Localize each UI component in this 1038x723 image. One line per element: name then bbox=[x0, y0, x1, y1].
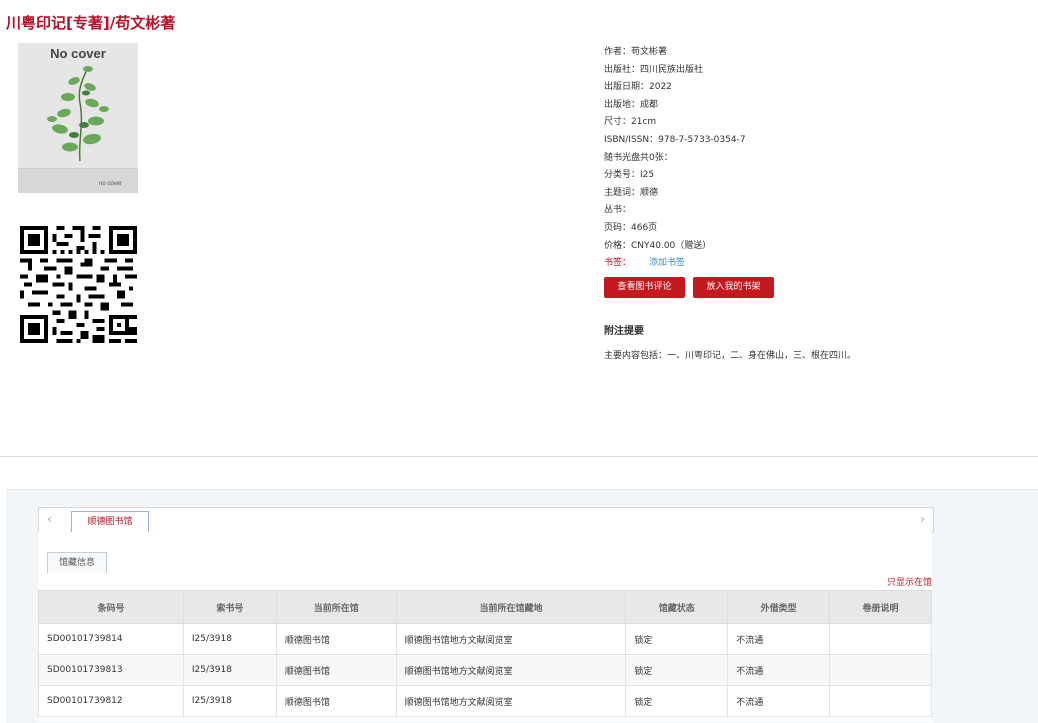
cell-barcode: SD00101739812 bbox=[38, 685, 184, 717]
publisher-line: 出版社：四川民族出版社 bbox=[604, 64, 704, 75]
pub-place-line: 出版地：成都 bbox=[604, 99, 659, 110]
cover-plant-illustration bbox=[47, 66, 109, 162]
cell-loan-type: 不流通 bbox=[727, 654, 831, 686]
section-divider bbox=[0, 456, 1038, 457]
cell-location: 顺德图书馆地方文献阅览室 bbox=[395, 623, 627, 655]
holdings-table: 条码号 索书号 当前所在馆 当前所在馆藏地 馆藏状态 外借类型 卷册说明 SD0… bbox=[38, 590, 932, 717]
cover-no-cover-text: No cover bbox=[50, 46, 106, 61]
book-title: 川粤印记[专著]/苟文彬著 bbox=[6, 14, 176, 32]
book-info: 作者：苟文彬著 出版社：四川民族出版社 出版日期：2022 出版地：成都 尺寸：… bbox=[604, 44, 746, 273]
tab-shunde-library[interactable]: 顺德图书馆 bbox=[71, 511, 149, 534]
cell-call-no: I25/3918 bbox=[182, 623, 277, 655]
cell-barcode: SD00101739813 bbox=[38, 654, 184, 686]
cell-status: 锁定 bbox=[625, 654, 729, 686]
col-location: 当前所在馆藏地 bbox=[395, 590, 627, 624]
chevron-left-icon[interactable]: ‹ bbox=[47, 512, 52, 526]
table-row: SD00101739814 I25/3918 顺德图书馆 顺德图书馆地方文献阅览… bbox=[38, 623, 932, 655]
cd-line: 随书光盘共0张： bbox=[604, 152, 673, 163]
isbn-line: ISBN/ISSN：978-7-5733-0354-7 bbox=[604, 134, 746, 145]
add-to-shelf-button[interactable]: 放入我的书架 bbox=[693, 277, 774, 298]
note-heading: 附注提要 bbox=[604, 326, 644, 337]
col-barcode: 条码号 bbox=[38, 590, 184, 624]
cell-library: 顺德图书馆 bbox=[275, 685, 397, 717]
library-tab-bar: ‹ 顺德图书馆 › bbox=[38, 507, 934, 534]
pages-line: 页码：466页 bbox=[604, 222, 658, 233]
add-bookmark-link[interactable]: 添加书签 bbox=[649, 258, 685, 268]
tab-holdings-info[interactable]: 馆藏信息 bbox=[47, 552, 107, 573]
cell-volume-note bbox=[829, 623, 932, 655]
bookmark-line: 书签： 添加书签 bbox=[604, 255, 746, 273]
col-library: 当前所在馆 bbox=[275, 590, 397, 624]
cell-volume-note bbox=[829, 654, 932, 686]
bookmark-label: 书签： bbox=[604, 258, 632, 269]
cell-call-no: I25/3918 bbox=[182, 685, 277, 717]
table-row: SD00101739813 I25/3918 顺德图书馆 顺德图书馆地方文献阅览… bbox=[38, 654, 932, 686]
holdings-content: 馆藏信息 只显示在馆 条码号 索书号 当前所在馆 当前所在馆藏地 馆藏状态 外借… bbox=[38, 532, 932, 722]
size-line: 尺寸：21cm bbox=[604, 117, 657, 128]
pub-date-line: 出版日期：2022 bbox=[604, 82, 672, 93]
subject-line: 主题词：顺德 bbox=[604, 187, 659, 198]
class-no-line: 分类号：I25 bbox=[604, 170, 655, 181]
col-loan-type: 外借类型 bbox=[727, 590, 831, 624]
col-call-no: 索书号 bbox=[182, 590, 277, 624]
book-cover: No cover no cover bbox=[18, 43, 138, 193]
col-status: 馆藏状态 bbox=[625, 590, 729, 624]
cover-small-text: no cover bbox=[98, 181, 122, 187]
table-header-row: 条码号 索书号 当前所在馆 当前所在馆藏地 馆藏状态 外借类型 卷册说明 bbox=[38, 590, 932, 624]
author-line: 作者：苟文彬著 bbox=[604, 47, 668, 57]
note-text: 主要内容包括：一、川粤印记，二、身在佛山，三、根在四川。 bbox=[604, 351, 857, 361]
cell-volume-note bbox=[829, 685, 932, 717]
price-line: 价格：CNY40.00（赠送） bbox=[604, 240, 712, 251]
cell-library: 顺德图书馆 bbox=[275, 654, 397, 686]
cell-status: 锁定 bbox=[625, 623, 729, 655]
view-reviews-button[interactable]: 查看图书评论 bbox=[604, 277, 685, 298]
chevron-right-icon[interactable]: › bbox=[920, 512, 925, 526]
col-volume-note: 卷册说明 bbox=[829, 590, 932, 624]
qr-code bbox=[20, 226, 137, 343]
cell-loan-type: 不流通 bbox=[727, 623, 831, 655]
table-row: SD00101739812 I25/3918 顺德图书馆 顺德图书馆地方文献阅览… bbox=[38, 685, 932, 717]
cell-loan-type: 不流通 bbox=[727, 685, 831, 717]
cell-location: 顺德图书馆地方文献阅览室 bbox=[395, 685, 627, 717]
cell-barcode: SD00101739814 bbox=[38, 623, 184, 655]
cell-call-no: I25/3918 bbox=[182, 654, 277, 686]
series-line: 丛书： bbox=[604, 205, 632, 216]
cell-location: 顺德图书馆地方文献阅览室 bbox=[395, 654, 627, 686]
cell-status: 锁定 bbox=[625, 685, 729, 717]
cell-library: 顺德图书馆 bbox=[275, 623, 397, 655]
only-in-library-link[interactable]: 只显示在馆 bbox=[887, 575, 932, 588]
